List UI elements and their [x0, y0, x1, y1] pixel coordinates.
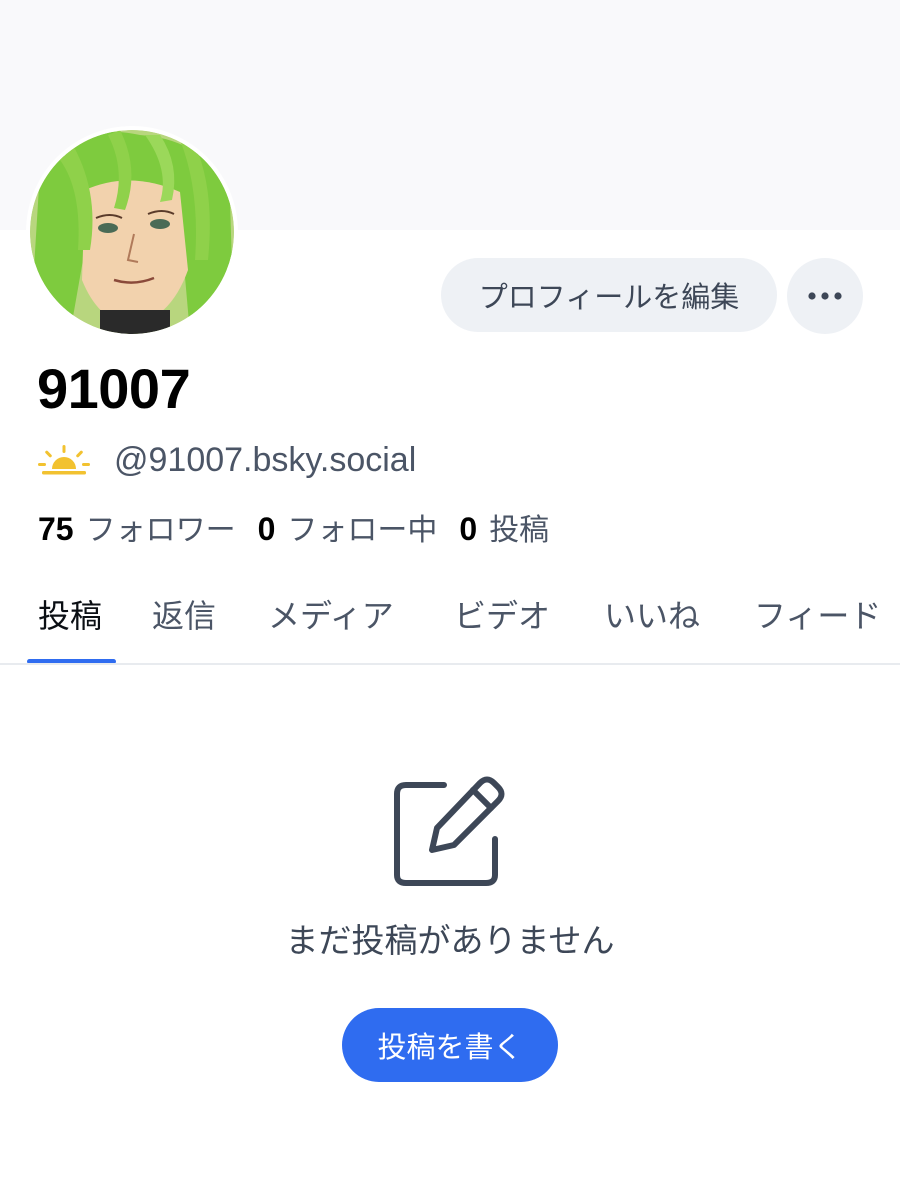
followers-label: フォロワー	[85, 513, 236, 548]
avatar-image	[30, 130, 234, 334]
active-tab-indicator	[27, 659, 116, 663]
avatar[interactable]	[26, 126, 238, 338]
posts-stat: 0 投稿	[459, 505, 549, 549]
following-stat[interactable]: 0 フォロー中	[258, 505, 438, 549]
tab-posts[interactable]: 投稿	[38, 591, 102, 637]
following-count: 0	[257, 511, 276, 547]
more-horizontal-icon	[808, 292, 842, 300]
more-options-button[interactable]	[787, 258, 863, 334]
posts-label: 投稿	[489, 513, 550, 548]
edit-profile-button[interactable]: プロフィールを編集	[441, 258, 777, 332]
tab-media[interactable]: メディア	[268, 591, 394, 637]
followers-count: 75	[38, 511, 74, 547]
empty-state-message: まだ投稿がありません	[285, 921, 615, 960]
tab-videos[interactable]: ビデオ	[454, 591, 550, 637]
sunrise-icon	[38, 445, 90, 475]
compose-post-button[interactable]: 投稿を書く	[342, 1008, 558, 1082]
profile-tabs: 投稿 返信 メディア ビデオ いいね フィード	[0, 585, 900, 665]
edit-profile-label: プロフィールを編集	[478, 280, 740, 314]
profile-stats: 75 フォロワー 0 フォロー中 0 投稿	[38, 505, 571, 549]
tab-likes[interactable]: いいね	[604, 591, 700, 637]
compose-icon	[394, 776, 505, 886]
followers-stat[interactable]: 75 フォロワー	[38, 505, 236, 549]
tab-feeds[interactable]: フィード	[754, 591, 881, 637]
compose-post-label: 投稿を書く	[377, 1030, 523, 1064]
handle-row: @91007.bsky.social	[38, 438, 416, 482]
profile-handle: @91007.bsky.social	[114, 440, 417, 479]
display-name: 91007	[37, 357, 191, 420]
following-label: フォロー中	[287, 513, 438, 548]
tab-replies[interactable]: 返信	[152, 591, 216, 637]
posts-count: 0	[459, 511, 478, 547]
